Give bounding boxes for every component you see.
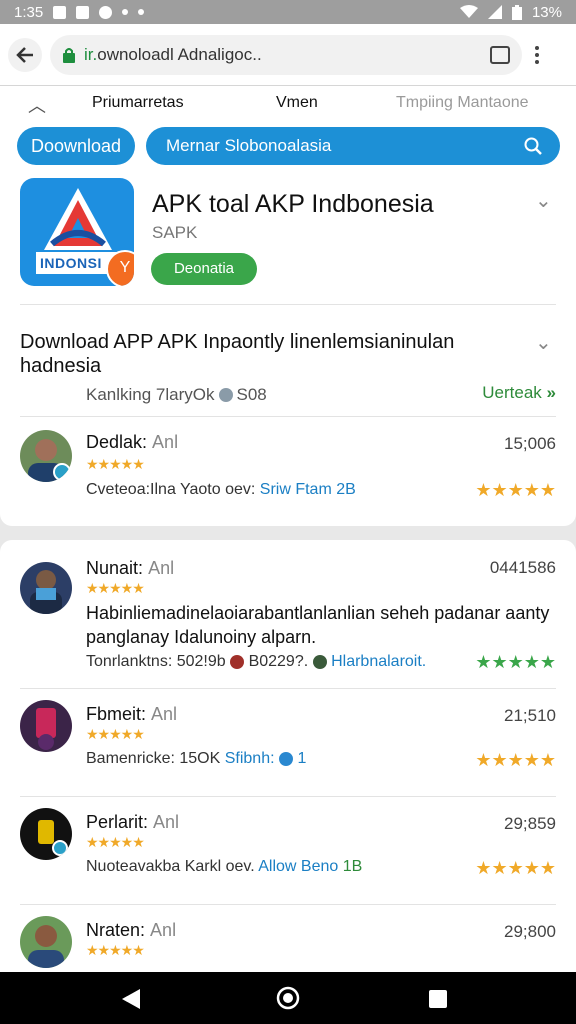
alert-icon [99, 5, 113, 19]
url-text: ir.ownoloadl Adnaligoc.. [84, 44, 262, 64]
status-bar: 1:35 13% [0, 0, 576, 24]
tag-icon [279, 751, 293, 766]
avatar [20, 808, 72, 860]
chevron-right-icon: » [546, 383, 556, 402]
review-count: 29;800 [504, 922, 556, 941]
search-text: Mernar Slobonoalasia [166, 136, 332, 155]
review-text: Habinliemadinelaoiarabantlanlanlian sehe… [86, 603, 550, 647]
rating-stars: ★★★★★ [86, 942, 145, 958]
message-icon [76, 5, 90, 19]
avatar-mini-icon [312, 654, 327, 669]
rating-stars: ★★★★★ [86, 456, 145, 472]
review-meta: Tonrlanktns: 502!9b B0229?. Hlarbnalaroi… [86, 653, 427, 670]
app-logo: INDONSI Y [20, 178, 134, 286]
section-heading: Download APP APK Inpaontly linenlemsiani… [20, 331, 455, 377]
back-arrow-icon [16, 46, 33, 63]
search-bar[interactable]: Mernar Slobonoalasia [146, 127, 560, 165]
nav-item-1[interactable]: Priumarretas [92, 94, 184, 112]
signal-icon [487, 5, 502, 19]
nav-item-3[interactable]: Tmpiing Mantaone [396, 94, 529, 112]
search-icon[interactable] [524, 137, 542, 155]
dot-icon [122, 9, 129, 15]
chevron-down-icon[interactable]: ⌄ [535, 188, 552, 213]
reviewer-name: Fbmeit: Anl [86, 704, 178, 724]
list-item[interactable]: Perlarit: Anl ★★★★★ 29;859 Nuoteavakba K… [0, 804, 576, 904]
list-item[interactable]: Nraten: Anl ★★★★★ 29;800 [0, 912, 576, 972]
app-detail-card: ︿ Priumarretas Vmen Tmpiing Mantaone Doo… [0, 86, 576, 526]
review-meta: Cveteoa:Ilna Yaoto oev: Sriw Ftam 2B [86, 481, 356, 498]
reviewer-name: Nraten: Anl [86, 920, 177, 940]
category-nav: ︿ Priumarretas Vmen Tmpiing Mantaone [0, 86, 576, 122]
review-meta: Bamenricke: 15OK Sfibnh: 1 [86, 750, 307, 767]
rating-stars: ★★★★★ [86, 580, 145, 596]
rating-stars: ★★★★★ [86, 726, 145, 742]
divider [20, 688, 556, 689]
list-item[interactable]: Fbmeit: Anl ★★★★★ 21;510 Bamenricke: 15O… [0, 696, 576, 796]
list-item[interactable]: Dedlak: Anl ★★★★★ 15;006 Cveteoa:Ilna Ya… [0, 426, 576, 526]
update-link[interactable]: Uerteak » [482, 383, 556, 403]
review-meta: Nuoteavakba Karkl oev. Allow Beno 1B [86, 858, 363, 875]
back-button[interactable] [8, 37, 42, 72]
recents-icon[interactable] [428, 989, 448, 1009]
divider [20, 904, 556, 905]
rating-stars-large: ★★★★★ [475, 750, 556, 770]
back-icon[interactable] [120, 988, 142, 1010]
lock-icon [63, 47, 75, 63]
rating-stars: ★★★★★ [86, 834, 145, 850]
chevron-up-icon[interactable]: ︿ [28, 92, 46, 118]
avatar [20, 430, 72, 482]
reviewer-name: Perlarit: Anl [86, 812, 180, 832]
wifi-icon [459, 5, 478, 18]
review-count: 15;006 [504, 434, 556, 453]
review-count: 21;510 [504, 706, 556, 725]
app-title: APK toal AKP Indbonesia [152, 190, 434, 218]
dot-icon [138, 9, 145, 15]
reviewer-name: Nunait: Anl [86, 558, 175, 578]
divider [20, 796, 556, 797]
reviews-card: Nunait: Anl ★★★★★ 0441586 Habinliemadine… [0, 540, 576, 972]
rating-stars-large: ★★★★★ [475, 480, 556, 500]
review-count: 0441586 [489, 558, 556, 577]
divider [20, 304, 556, 305]
battery-level: 13% [531, 3, 562, 21]
download-button[interactable]: Doownload [17, 127, 135, 165]
app-subtitle: SAPK [152, 223, 198, 242]
notification-icon [53, 5, 67, 19]
address-bar[interactable]: ir.ownoloadl Adnaligoc.. [50, 34, 522, 75]
browser-toolbar: ir.ownoloadl Adnaligoc.. [0, 24, 576, 86]
review-count: 29;859 [504, 814, 556, 833]
chevron-down-icon[interactable]: ⌄ [535, 330, 552, 355]
tab-switcher-icon[interactable] [490, 45, 510, 64]
section-meta: Kanlking 7laryOk S08 [86, 385, 267, 404]
logo-a-icon [44, 188, 112, 250]
avatar [20, 700, 72, 752]
list-item[interactable]: Nunait: Anl ★★★★★ 0441586 Habinliemadine… [0, 556, 576, 691]
home-icon[interactable] [276, 986, 300, 1010]
rating-stars-large: ★★★★★ [475, 652, 556, 672]
avatar [20, 562, 72, 614]
reviewer-name: Dedlak: Anl [86, 432, 179, 452]
battery-icon [511, 4, 522, 20]
status-time: 1:35 [14, 3, 44, 21]
install-button[interactable]: Deonatia [151, 253, 257, 285]
nav-item-2[interactable]: Vmen [276, 94, 318, 112]
avatar [20, 916, 72, 968]
system-nav-bar [0, 972, 576, 1024]
avatar-mini-icon [230, 654, 245, 669]
rating-stars-large: ★★★★★ [475, 858, 556, 878]
divider [20, 416, 556, 417]
logo-badge-icon: Y [106, 250, 134, 286]
menu-icon[interactable] [522, 45, 552, 64]
info-icon [218, 388, 233, 402]
